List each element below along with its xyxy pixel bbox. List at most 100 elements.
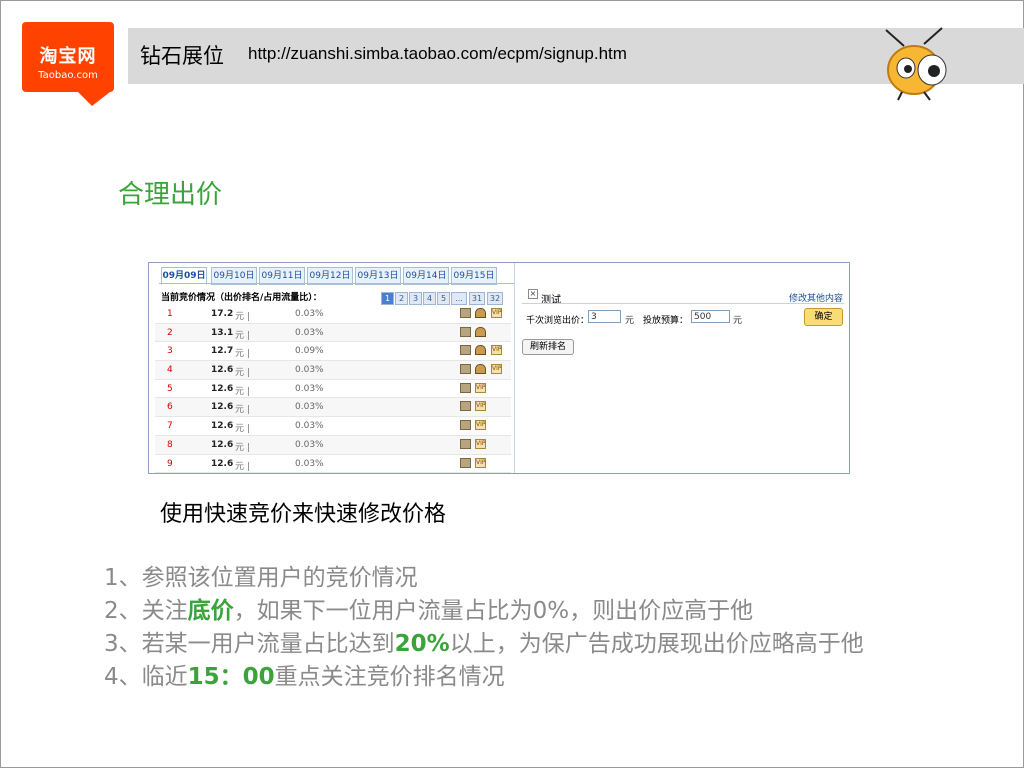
page-32-button[interactable]: 32 bbox=[487, 292, 503, 305]
traffic-share-cell: 0.03% bbox=[295, 365, 324, 376]
building-icon[interactable] bbox=[460, 382, 471, 393]
vip-icon[interactable]: VIP bbox=[475, 382, 486, 393]
building-icon[interactable] bbox=[460, 345, 471, 356]
price-cell: 12.6 bbox=[211, 383, 234, 394]
table-row: 1 17.2 元 | 0.03% VIP bbox=[155, 305, 511, 324]
building-icon[interactable] bbox=[460, 438, 471, 449]
building-icon[interactable] bbox=[460, 420, 471, 431]
price-unit: 元 | bbox=[235, 405, 250, 416]
section-title: 合理出价 bbox=[118, 180, 223, 210]
price-cell: 12.6 bbox=[211, 458, 234, 469]
building-icon[interactable] bbox=[460, 308, 471, 318]
price-unit: 元 | bbox=[235, 424, 250, 435]
traffic-share-cell: 0.03% bbox=[295, 439, 324, 450]
table-row: 5 12.6 元 | 0.03% VIP bbox=[155, 380, 511, 399]
bid-label: 千次浏览出价： bbox=[526, 316, 590, 326]
taobao-logo: 淘宝网 Taobao.com bbox=[22, 22, 114, 106]
traffic-share-cell: 0.03% bbox=[295, 309, 324, 319]
building-icon[interactable] bbox=[460, 401, 471, 412]
budget-input[interactable]: 500 bbox=[691, 310, 730, 323]
vip-icon[interactable]: VIP bbox=[475, 401, 486, 412]
budget-label: 投放预算： bbox=[643, 316, 689, 326]
traffic-share-cell: 0.03% bbox=[295, 458, 324, 469]
tip-text: 3、若某一用户流量占比达到 bbox=[104, 631, 395, 657]
price-cell: 13.1 bbox=[211, 327, 234, 338]
rank-cell: 6 bbox=[167, 402, 173, 413]
tip-item: 2、关注底价，如果下一位用户流量占比为0%，则出价应高于他 bbox=[104, 595, 864, 628]
confirm-button[interactable]: 确定 bbox=[804, 308, 843, 326]
traffic-share-cell: 0.09% bbox=[295, 346, 324, 357]
table-row: 3 12.7 元 | 0.09% VIP bbox=[155, 342, 511, 362]
people-icon[interactable] bbox=[475, 345, 486, 356]
traffic-share-cell: 0.03% bbox=[295, 327, 324, 338]
people-icon[interactable] bbox=[475, 326, 486, 337]
rank-cell: 9 bbox=[167, 458, 173, 469]
tip-item: 1、参照该位置用户的竞价情况 bbox=[104, 562, 864, 595]
price-unit: 元 | bbox=[235, 330, 250, 341]
bidding-screenshot: 09月09日 09月10日 09月11日 09月12日 09月13日 09月14… bbox=[148, 262, 850, 474]
bid-input[interactable]: 3 bbox=[588, 310, 621, 323]
building-icon[interactable] bbox=[460, 326, 471, 337]
rank-cell: 8 bbox=[167, 439, 173, 450]
table-row: 8 12.6 元 | 0.03% VIP bbox=[155, 435, 511, 455]
vip-icon[interactable]: VIP bbox=[475, 420, 486, 431]
page-1-button[interactable]: 1 bbox=[381, 292, 394, 305]
tip-item: 3、若某一用户流量占比达到20%以上，为保广告成功展现出价应略高于他 bbox=[104, 628, 864, 661]
rank-cell: 1 bbox=[167, 309, 173, 319]
tip-text: 重点关注竞价排名情况 bbox=[274, 664, 505, 690]
vip-icon[interactable]: VIP bbox=[475, 438, 486, 449]
table-row: 2 13.1 元 | 0.03% bbox=[155, 323, 511, 343]
page-2-button[interactable]: 2 bbox=[395, 292, 408, 305]
vip-icon[interactable]: VIP bbox=[491, 308, 502, 318]
bid-unit: 元 bbox=[625, 316, 635, 326]
tip-text: 4、临近 bbox=[104, 664, 188, 690]
price-unit: 元 | bbox=[235, 461, 250, 472]
tip-text: ，如果下一位用户流量占比为0%，则出价应高于他 bbox=[233, 598, 754, 624]
rank-cell: 2 bbox=[167, 327, 173, 338]
page-4-button[interactable]: 4 bbox=[423, 292, 436, 305]
tip-text: 2、关注 bbox=[104, 598, 188, 624]
page-3-button[interactable]: 3 bbox=[409, 292, 422, 305]
rank-cell: 7 bbox=[167, 421, 173, 432]
price-cell: 17.2 bbox=[211, 309, 234, 319]
bid-ranking-list: 1 17.2 元 | 0.03% VIP 2 13.1 元 | 0.03% 3 12.7 元 | 0.0… bbox=[155, 305, 511, 474]
vip-icon[interactable]: VIP bbox=[475, 457, 486, 468]
people-icon[interactable] bbox=[475, 308, 486, 318]
price-cell: 12.7 bbox=[211, 346, 234, 357]
ant-mascot-icon bbox=[885, 27, 947, 101]
panel-separator bbox=[522, 303, 844, 304]
vip-icon[interactable]: VIP bbox=[491, 345, 502, 356]
close-icon[interactable]: × bbox=[528, 289, 538, 299]
traffic-share-cell: 0.03% bbox=[295, 421, 324, 432]
price-unit: 元 | bbox=[235, 349, 250, 360]
bid-status-title: 当前竞价情况（出价排名/占用流量比）： bbox=[161, 293, 322, 303]
people-icon[interactable] bbox=[475, 364, 486, 375]
tab-underline bbox=[159, 283, 515, 284]
page-31-button[interactable]: 31 bbox=[469, 292, 485, 305]
tip-highlight: 底价 bbox=[187, 598, 234, 624]
price-cell: 12.6 bbox=[211, 402, 234, 413]
table-row: 4 12.6 元 | 0.03% VIP bbox=[155, 361, 511, 380]
panel-divider bbox=[514, 263, 515, 473]
tip-item: 4、临近15：00重点关注竞价排名情况 bbox=[104, 661, 864, 694]
refresh-ranking-button[interactable]: 刷新排名 bbox=[522, 339, 574, 355]
traffic-share-cell: 0.03% bbox=[295, 383, 324, 394]
page-5-button[interactable]: 5 bbox=[437, 292, 450, 305]
header-url[interactable]: http://zuanshi.simba.taobao.com/ecpm/sig… bbox=[248, 44, 627, 64]
price-unit: 元 | bbox=[235, 386, 250, 397]
building-icon[interactable] bbox=[460, 364, 471, 375]
rank-cell: 3 bbox=[167, 346, 173, 357]
tip-text: 1、参照该位置用户的竞价情况 bbox=[104, 565, 418, 591]
page-ellipsis: ... bbox=[451, 292, 467, 305]
table-row: 9 12.6 元 | 0.03% VIP bbox=[155, 455, 511, 474]
table-row: 6 12.6 元 | 0.03% VIP bbox=[155, 398, 511, 418]
price-cell: 12.6 bbox=[211, 439, 234, 450]
price-cell: 12.6 bbox=[211, 365, 234, 376]
vip-icon[interactable]: VIP bbox=[491, 364, 502, 375]
building-icon[interactable] bbox=[460, 457, 471, 468]
price-unit: 元 | bbox=[235, 442, 250, 453]
table-row: 7 12.6 元 | 0.03% VIP bbox=[155, 417, 511, 436]
traffic-share-cell: 0.03% bbox=[295, 402, 324, 413]
logo-cn-text: 淘宝网 bbox=[39, 46, 97, 67]
price-unit: 元 | bbox=[235, 368, 250, 379]
